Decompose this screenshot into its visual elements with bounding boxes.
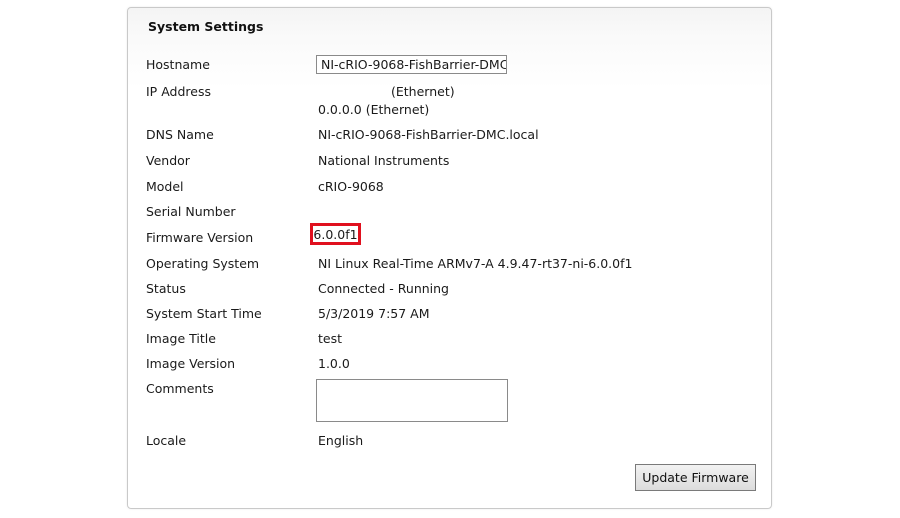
firmware-version-label: Firmware Version xyxy=(146,230,254,245)
status-value: Connected - Running xyxy=(318,281,449,296)
panel-title: System Settings xyxy=(148,19,264,34)
dns-name-value: NI-cRIO-9068-FishBarrier-DMC.local xyxy=(318,127,539,142)
comments-label: Comments xyxy=(146,381,214,396)
model-label: Model xyxy=(146,179,184,194)
vendor-label: Vendor xyxy=(146,153,190,168)
locale-value: English xyxy=(318,433,364,448)
firmware-version-value: 6.0.0f1 xyxy=(313,226,358,242)
image-title-label: Image Title xyxy=(146,331,216,346)
ip-address-label: IP Address xyxy=(146,84,211,99)
dns-name-label: DNS Name xyxy=(146,127,214,142)
system-start-time-label: System Start Time xyxy=(146,306,262,321)
hostname-input[interactable]: NI-cRIO-9068-FishBarrier-DMC xyxy=(316,55,507,74)
system-settings-panel: System Settings Hostname NI-cRIO-9068-Fi… xyxy=(127,7,772,509)
image-version-label: Image Version xyxy=(146,356,236,371)
status-label: Status xyxy=(146,281,186,296)
system-start-time-value: 5/3/2019 7:57 AM xyxy=(318,306,430,321)
image-title-value: test xyxy=(318,331,343,346)
ip-address-value: 0.0.0.0 (Ethernet) xyxy=(318,102,430,117)
locale-label: Locale xyxy=(146,433,187,448)
update-firmware-button[interactable]: Update Firmware xyxy=(635,464,756,491)
comments-textarea[interactable] xyxy=(316,379,508,422)
ip-adapter-name: (Ethernet) xyxy=(391,84,455,99)
image-version-value: 1.0.0 xyxy=(318,356,350,371)
operating-system-value: NI Linux Real-Time ARMv7-A 4.9.47-rt37-n… xyxy=(318,256,633,271)
vendor-value: National Instruments xyxy=(318,153,450,168)
serial-number-label: Serial Number xyxy=(146,204,236,219)
operating-system-label: Operating System xyxy=(146,256,260,271)
firmware-version-highlight: 6.0.0f1 xyxy=(310,223,361,245)
model-value: cRIO-9068 xyxy=(318,179,384,194)
hostname-label: Hostname xyxy=(146,57,210,72)
